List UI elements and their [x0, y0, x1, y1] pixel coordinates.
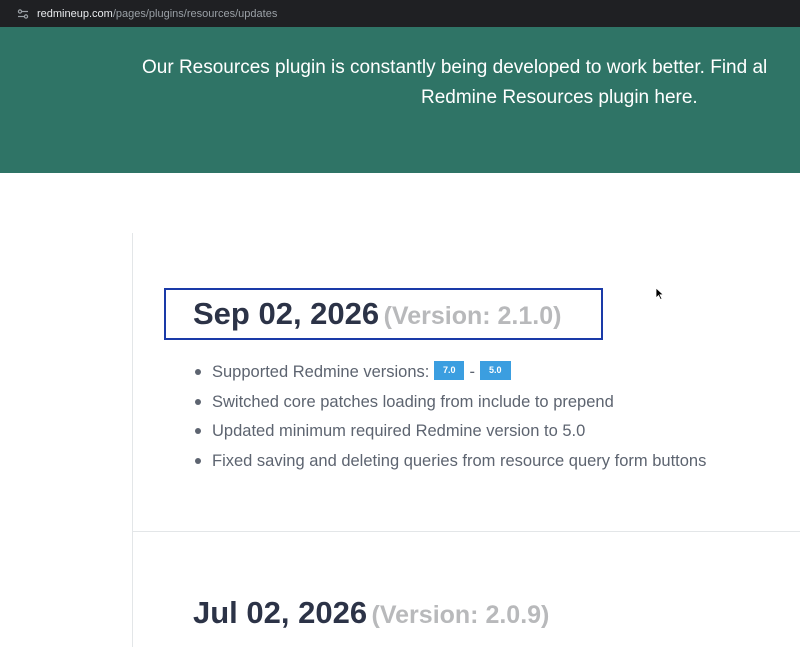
browser-address-bar[interactable]: redmineup.com/pages/plugins/resources/up… [0, 0, 800, 27]
version-badge-to[interactable]: 5.0 [479, 361, 511, 381]
hero-banner: Our Resources plugin is constantly being… [0, 27, 800, 173]
bullet-icon [195, 369, 201, 375]
bullet-icon [195, 428, 201, 434]
url-host: redmineup.com [37, 7, 113, 20]
change-text: Switched core patches loading from inclu… [212, 392, 614, 411]
bullet-icon [195, 457, 201, 464]
entry-separator [133, 531, 800, 532]
url-path: /pages/plugins/resources/updates [112, 7, 278, 20]
update-heading: Jul 02, 2026 (Version: 2.0.9) [193, 595, 549, 631]
list-item: Supported Redmine versions: 7.0-5.0 [194, 360, 706, 390]
changes-list: Supported Redmine versions: 7.0-5.0 Swit… [194, 360, 706, 478]
update-version: (Version: 2.0.9) [371, 601, 550, 629]
update-date: Jul 02, 2026 [193, 595, 368, 630]
change-text: Updated minimum required Redmine version… [212, 422, 586, 440]
tune-icon[interactable] [17, 8, 29, 19]
list-item: Switched core patches loading from inclu… [194, 390, 706, 420]
update-date: Sep 02, 2026 [193, 296, 380, 331]
list-item: Updated minimum required Redmine version… [194, 419, 706, 449]
update-heading: Sep 02, 2026 (Version: 2.1.0) [193, 296, 561, 332]
hero-text-line2: Redmine Resources plugin here. [421, 87, 698, 108]
update-version: (Version: 2.1.0) [383, 302, 562, 330]
version-badge-from[interactable]: 7.0 [433, 361, 465, 381]
supported-versions-label: Supported Redmine versions: [212, 363, 430, 381]
mouse-cursor-icon [655, 287, 665, 306]
version-range-separator: - [469, 363, 475, 381]
change-text: Fixed saving and deleting queries from r… [212, 451, 707, 470]
hero-text-line1: Our Resources plugin is constantly being… [142, 57, 768, 78]
timeline-divider [132, 233, 133, 647]
list-item: Fixed saving and deleting queries from r… [194, 449, 706, 479]
bullet-icon [195, 398, 201, 405]
